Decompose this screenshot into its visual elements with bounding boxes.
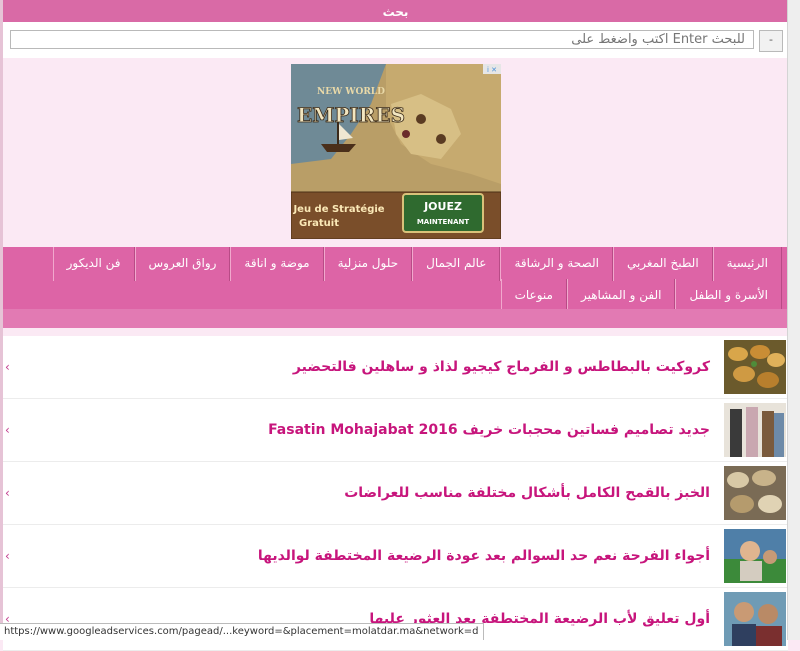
ad-title: EMPIRES — [297, 103, 405, 127]
nav-item-moroccan-cooking[interactable]: الطبخ المغربي — [612, 247, 713, 281]
nav-row-1: الرئيسية الطبخ المغربي الصحة و الرشاقة ع… — [52, 247, 782, 281]
ad-image: NEW WORLD EMPIRES Jeu de Stratégie Gratu… — [291, 64, 501, 239]
nav-item-family[interactable]: الأسرة و الطفل — [675, 279, 782, 311]
search-toggle-button[interactable]: - — [759, 30, 783, 52]
article-thumbnail[interactable] — [724, 466, 786, 520]
ad-tagline-2: Gratuit — [299, 218, 339, 229]
article-title[interactable]: أول تعليق لأب الرضيعة المختطفة بعد العثو… — [369, 588, 710, 650]
list-item[interactable]: أجواء الفرحة نعم حد السوالم بعد عودة الر… — [3, 525, 788, 588]
article-thumbnail[interactable] — [724, 340, 786, 394]
search-input[interactable] — [10, 30, 754, 49]
scrollbar[interactable] — [787, 0, 800, 640]
nav-item-fashion[interactable]: موضة و اناقة — [230, 247, 324, 281]
nav-item-misc[interactable]: منوعات — [500, 279, 567, 311]
article-thumbnail[interactable] — [724, 403, 786, 457]
nav-item-beauty[interactable]: عالم الجمال — [412, 247, 501, 281]
article-title[interactable]: كروكيت بالبطاطس و الفرماج كيجيو لذاذ و س… — [293, 336, 710, 398]
list-item[interactable]: كروكيت بالبطاطس و الفرماج كيجيو لذاذ و س… — [3, 336, 788, 399]
nav-divider-strip — [3, 309, 788, 328]
nav-row-2: الأسرة و الطفل الفن و المشاهير منوعات — [500, 279, 782, 311]
search-bar: - — [3, 22, 788, 58]
chevron-icon[interactable]: ‹ — [5, 462, 10, 524]
ad-banner[interactable]: NEW WORLD EMPIRES Jeu de Stratégie Gratu… — [291, 64, 501, 239]
nav-item-home-solutions[interactable]: حلول منزلية — [323, 247, 413, 281]
ad-info-icon[interactable]: i ✕ — [483, 64, 501, 74]
nav-item-decor[interactable]: فن الديكور — [52, 247, 135, 281]
nav-item-bride[interactable]: رواق العروس — [134, 247, 231, 281]
search-header: بحث — [3, 0, 788, 22]
article-list: كروكيت بالبطاطس و الفرماج كيجيو لذاذ و س… — [3, 336, 788, 651]
list-item[interactable]: جديد تصاميم فساتين محجبات خريف Fasatin M… — [3, 399, 788, 462]
nav-item-health-fitness[interactable]: الصحة و الرشاقة — [500, 247, 613, 281]
ad-cta-line-1: JOUEZ — [423, 200, 462, 213]
ad-title-top: NEW WORLD — [317, 87, 385, 97]
chevron-icon[interactable]: ‹ — [5, 336, 10, 398]
status-bar: https://www.googleadservices.com/pagead/… — [0, 623, 484, 640]
article-title[interactable]: الخبز بالقمح الكامل بأشكال مختلفة مناسب … — [344, 462, 710, 524]
article-title[interactable]: جديد تصاميم فساتين محجبات خريف Fasatin M… — [268, 399, 710, 461]
list-item[interactable]: الخبز بالقمح الكامل بأشكال مختلفة مناسب … — [3, 462, 788, 525]
article-title[interactable]: أجواء الفرحة نعم حد السوالم بعد عودة الر… — [258, 525, 710, 587]
article-thumbnail[interactable] — [724, 592, 786, 646]
svg-text:i ✕: i ✕ — [487, 66, 497, 74]
chevron-icon[interactable]: ‹ — [5, 588, 10, 650]
ad-cta-line-2: MAINTENANT — [417, 218, 470, 226]
nav-item-home[interactable]: الرئيسية — [712, 247, 782, 281]
article-thumbnail[interactable] — [724, 529, 786, 583]
chevron-icon[interactable]: ‹ — [5, 525, 10, 587]
main-nav: الرئيسية الطبخ المغربي الصحة و الرشاقة ع… — [3, 247, 788, 328]
chevron-icon[interactable]: ‹ — [5, 399, 10, 461]
ad-tagline-1: Jeu de Stratégie — [292, 203, 384, 215]
nav-item-celebrities[interactable]: الفن و المشاهير — [566, 279, 676, 311]
list-item[interactable]: أول تعليق لأب الرضيعة المختطفة بعد العثو… — [3, 588, 788, 651]
